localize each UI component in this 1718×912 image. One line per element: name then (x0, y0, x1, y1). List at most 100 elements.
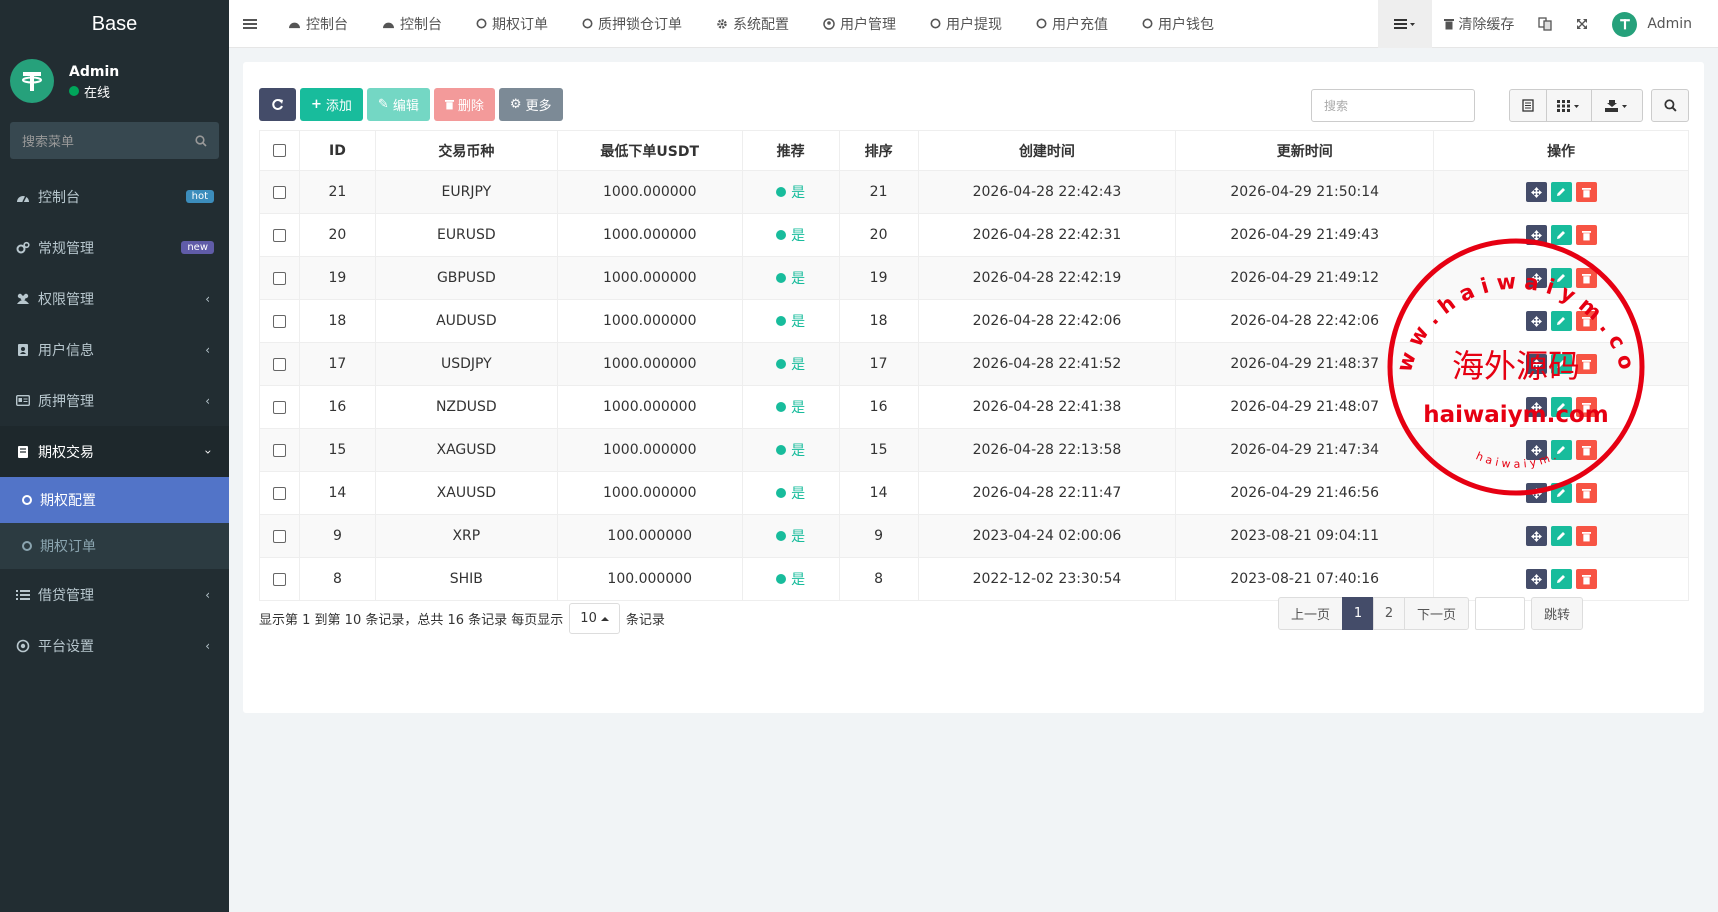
tab-option-orders[interactable]: 期权订单 (459, 0, 565, 48)
tab-user-recharge[interactable]: 用户充值 (1019, 0, 1125, 48)
translate-button[interactable] (1526, 0, 1564, 48)
row-checkbox[interactable] (259, 170, 300, 214)
edit-row-button[interactable] (1550, 311, 1572, 331)
sidebar-item-general[interactable]: 常规管理 new (0, 222, 229, 273)
cell-recommend[interactable]: 是 (741, 213, 840, 257)
row-checkbox[interactable] (259, 428, 300, 472)
row-checkbox[interactable] (259, 471, 300, 515)
table-row[interactable]: 20 EURUSD 1000.000000 是 20 2026-04-28 22… (259, 213, 1689, 257)
column-header[interactable]: ID (298, 130, 376, 171)
row-checkbox[interactable] (259, 342, 300, 386)
drag-sort-button[interactable] (1525, 483, 1547, 503)
cell-recommend[interactable]: 是 (741, 428, 840, 472)
sidebar-item-pledge[interactable]: 质押管理 ‹ (0, 375, 229, 426)
column-header[interactable]: 最低下单USDT (556, 130, 743, 171)
tab-pledge-orders[interactable]: 质押锁仓订单 (565, 0, 699, 48)
edit-row-button[interactable] (1550, 569, 1572, 589)
sidebar-item-options[interactable]: 期权交易 ‹ (0, 426, 229, 477)
tabs-dropdown-button[interactable] (1378, 0, 1433, 48)
edit-row-button[interactable] (1550, 225, 1572, 245)
cell-recommend[interactable]: 是 (741, 385, 840, 429)
table-row[interactable]: 19 GBPUSD 1000.000000 是 19 2026-04-28 22… (259, 256, 1689, 300)
cell-recommend[interactable]: 是 (741, 170, 840, 214)
cell-recommend[interactable]: 是 (741, 256, 840, 300)
cell-recommend[interactable]: 是 (741, 299, 840, 343)
drag-sort-button[interactable] (1525, 311, 1547, 331)
sidebar-subitem-option-orders[interactable]: 期权订单 (0, 523, 229, 569)
jump-button[interactable]: 跳转 (1531, 597, 1584, 630)
sidebar-item-dashboard[interactable]: 控制台 hot (0, 171, 229, 222)
table-row[interactable]: 16 NZDUSD 1000.000000 是 16 2026-04-28 22… (259, 385, 1689, 429)
drag-sort-button[interactable] (1525, 440, 1547, 460)
row-checkbox[interactable] (259, 514, 300, 558)
tab-dashboard-1[interactable]: 控制台 (271, 0, 365, 48)
advanced-search-button[interactable] (1651, 89, 1689, 122)
next-page-button[interactable]: 下一页 (1404, 597, 1470, 630)
export-button[interactable] (1591, 89, 1643, 122)
brand-logo[interactable]: Base (0, 0, 229, 48)
add-button[interactable]: + 添加 (300, 88, 363, 121)
delete-row-button[interactable] (1575, 225, 1597, 245)
delete-button[interactable]: 删除 (433, 88, 495, 121)
row-checkbox[interactable] (259, 385, 300, 429)
cell-recommend[interactable]: 是 (741, 557, 840, 601)
edit-row-button[interactable] (1550, 483, 1572, 503)
columns-button[interactable] (1546, 89, 1592, 122)
table-row[interactable]: 17 USDJPY 1000.000000 是 17 2026-04-28 22… (259, 342, 1689, 386)
row-checkbox[interactable] (259, 256, 300, 300)
delete-row-button[interactable] (1575, 483, 1597, 503)
row-checkbox[interactable] (259, 299, 300, 343)
sidebar-subitem-option-config[interactable]: 期权配置 (0, 477, 229, 523)
drag-sort-button[interactable] (1525, 225, 1547, 245)
select-all-checkbox[interactable] (259, 130, 300, 171)
clear-cache-button[interactable]: 清除缓存 (1432, 0, 1526, 48)
page-2-button[interactable]: 2 (1373, 597, 1406, 630)
table-row[interactable]: 15 XAGUSD 1000.000000 是 15 2026-04-28 22… (259, 428, 1689, 472)
column-header[interactable]: 交易币种 (374, 130, 558, 171)
column-header[interactable]: 更新时间 (1175, 130, 1435, 171)
cell-recommend[interactable]: 是 (741, 514, 840, 558)
drag-sort-button[interactable] (1525, 182, 1547, 202)
fullscreen-button[interactable] (1564, 0, 1600, 48)
delete-row-button[interactable] (1575, 526, 1597, 546)
edit-row-button[interactable] (1550, 440, 1572, 460)
table-row[interactable]: 14 XAUUSD 1000.000000 是 14 2026-04-28 22… (259, 471, 1689, 515)
edit-row-button[interactable] (1550, 354, 1572, 374)
refresh-button[interactable] (259, 88, 296, 121)
edit-button[interactable]: ✎ 编辑 (366, 88, 430, 121)
drag-sort-button[interactable] (1525, 268, 1547, 288)
edit-row-button[interactable] (1550, 182, 1572, 202)
row-checkbox[interactable] (259, 213, 300, 257)
delete-row-button[interactable] (1575, 569, 1597, 589)
drag-sort-button[interactable] (1525, 526, 1547, 546)
edit-row-button[interactable] (1550, 526, 1572, 546)
sidebar-item-permissions[interactable]: 权限管理 ‹ (0, 273, 229, 324)
tab-system-config[interactable]: 系统配置 (699, 0, 806, 48)
table-row[interactable]: 8 SHIB 100.000000 是 8 2022-12-02 23:30:5… (259, 557, 1689, 601)
delete-row-button[interactable] (1575, 268, 1597, 288)
edit-row-button[interactable] (1550, 268, 1572, 288)
delete-row-button[interactable] (1575, 440, 1597, 460)
edit-row-button[interactable] (1550, 397, 1572, 417)
tab-user-withdraw[interactable]: 用户提现 (913, 0, 1019, 48)
column-header[interactable]: 排序 (838, 130, 919, 171)
sidebar-item-platform[interactable]: 平台设置 ‹ (0, 620, 229, 671)
delete-row-button[interactable] (1575, 182, 1597, 202)
toggle-view-button[interactable] (1509, 89, 1547, 122)
sidebar-toggle-button[interactable] (229, 0, 271, 48)
drag-sort-button[interactable] (1525, 397, 1547, 417)
delete-row-button[interactable] (1575, 397, 1597, 417)
cell-recommend[interactable]: 是 (741, 342, 840, 386)
admin-menu[interactable]: Admin (1600, 0, 1718, 48)
cell-recommend[interactable]: 是 (741, 471, 840, 515)
jump-page-input[interactable] (1475, 597, 1526, 630)
prev-page-button[interactable]: 上一页 (1278, 597, 1344, 630)
tab-dashboard-2[interactable]: 控制台 (365, 0, 459, 48)
tab-user-wallet[interactable]: 用户钱包 (1125, 0, 1231, 48)
menu-search-input[interactable]: 搜索菜单 (10, 122, 219, 159)
table-search-input[interactable]: 搜索 (1311, 89, 1475, 122)
page-size-select[interactable]: 10 (569, 603, 620, 634)
page-1-button[interactable]: 1 (1342, 597, 1375, 630)
delete-row-button[interactable] (1575, 354, 1597, 374)
table-row[interactable]: 9 XRP 100.000000 是 9 2023-04-24 02:00:06… (259, 514, 1689, 558)
